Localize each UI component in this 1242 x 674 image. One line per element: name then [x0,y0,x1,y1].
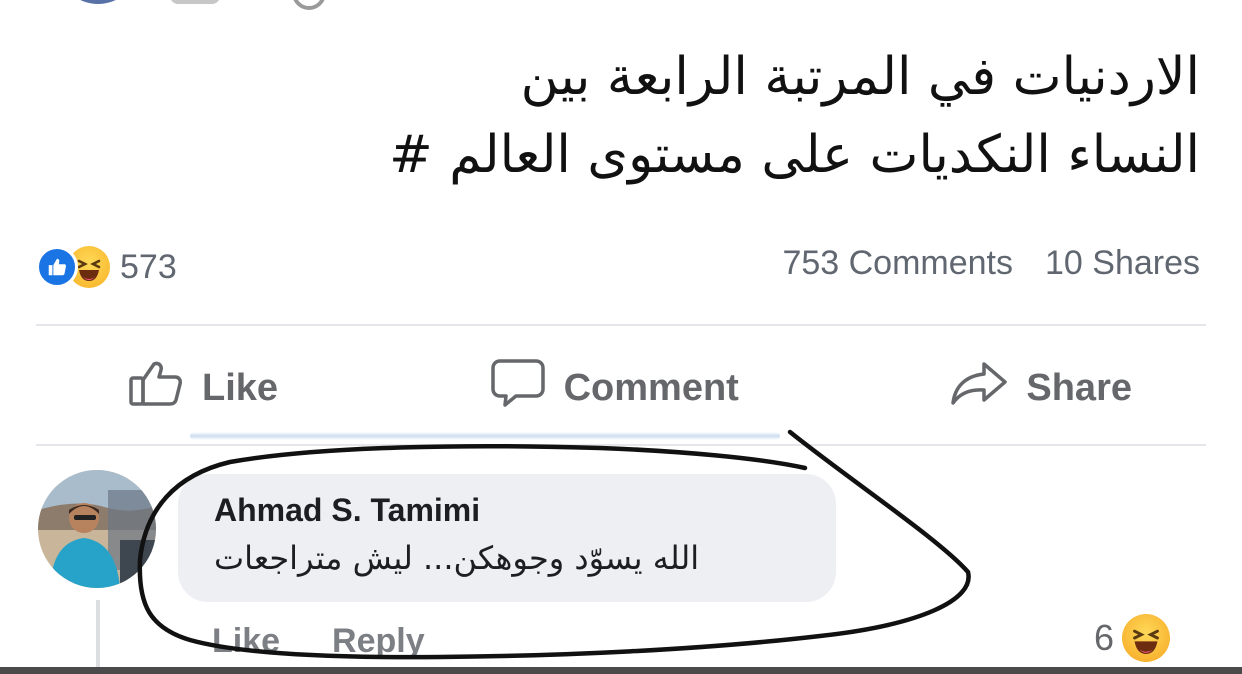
reactions-count: 573 [120,247,177,286]
like-button-label: Like [202,366,279,409]
comment-text: الله يسوّد وجوهكن... ليش متراجعات [214,539,700,577]
comment-reply-link[interactable]: Reply [332,622,425,661]
post-text: الاردنيات في المرتبة الرابعة بين النساء … [220,38,1200,194]
comment-button-label: Comment [563,366,739,409]
comment-author-name[interactable]: Ahmad S. Tamimi [214,492,804,529]
comment-reaction-summary[interactable]: 6 [1094,614,1170,662]
reaction-icons [36,246,110,288]
like-reaction-icon [36,246,78,288]
comment-like-link[interactable]: Like [212,622,280,661]
speech-bubble-icon [490,357,546,419]
thumbs-up-outline-icon [128,358,184,418]
share-arrow-icon [950,360,1008,416]
share-button[interactable]: Share [950,360,1132,416]
globe-icon [292,0,326,10]
comment-input-underline [190,432,780,440]
post-text-line: النساء النكديات على مستوى العالم # [389,125,1200,185]
divider [36,444,1206,446]
engagement-counts: 753 Comments 10 Shares [782,244,1200,283]
commenter-avatar[interactable] [38,470,156,588]
screen-bottom-edge [0,667,1242,674]
post-author-name-edge [170,0,220,4]
post-action-bar: Like Comment Share [36,350,1206,426]
reactions-summary[interactable]: 573 [36,242,177,292]
comment-reaction-count: 6 [1093,617,1114,658]
comment-button[interactable]: Comment [490,357,739,419]
comment-bubble: Ahmad S. Tamimi الله يسوّد وجوهكن... ليش… [178,474,836,602]
haha-reaction-icon [1122,614,1170,662]
comment-actions: Like Reply [212,622,425,661]
post-text-line: الاردنيات في المرتبة الرابعة بين [520,47,1200,107]
like-button[interactable]: Like [128,358,278,418]
post-author-avatar-edge[interactable] [62,0,134,4]
comment-thread-line [96,600,100,674]
shares-count-link[interactable]: 10 Shares [1045,244,1200,283]
comments-count-link[interactable]: 753 Comments [782,244,1013,283]
share-button-label: Share [1026,366,1132,409]
divider [36,324,1206,326]
